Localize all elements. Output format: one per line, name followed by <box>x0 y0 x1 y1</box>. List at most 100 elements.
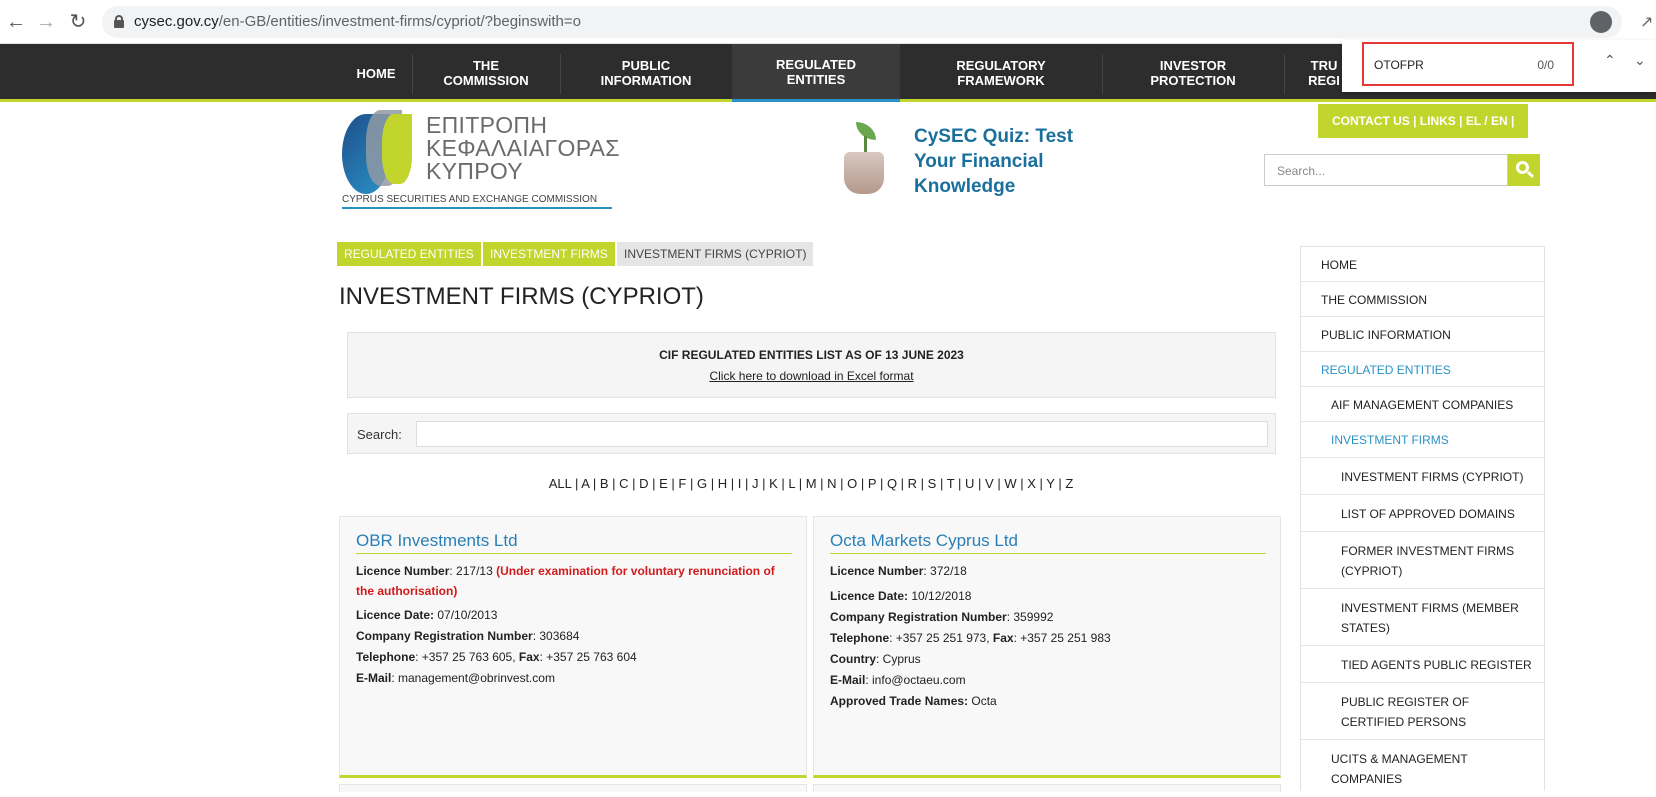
alphabet-separator: | <box>727 476 738 491</box>
nav-home[interactable]: HOME <box>340 44 412 102</box>
alphabet-letter-x[interactable]: X <box>1027 476 1036 491</box>
excel-download-link[interactable]: Click here to download in Excel format <box>348 369 1275 383</box>
search-input[interactable] <box>416 421 1268 447</box>
alphabet-separator: | <box>974 476 986 491</box>
alphabet-letter-z[interactable]: Z <box>1065 476 1073 491</box>
alphabet-letter-e[interactable]: E <box>659 476 668 491</box>
alphabet-letter-h[interactable]: H <box>718 476 727 491</box>
alphabet-separator: | <box>917 476 928 491</box>
firm-name-link[interactable]: Octa Markets Cyprus Ltd <box>830 531 1266 554</box>
alphabet-letter-k[interactable]: K <box>769 476 778 491</box>
alphabet-letter-c[interactable]: C <box>619 476 628 491</box>
alphabet-separator: | <box>1035 476 1047 491</box>
plant-jar-icon[interactable] <box>842 122 886 196</box>
sidebar-item-investment-firms[interactable]: INVESTMENT FIRMS <box>1301 422 1544 458</box>
sidebar-item-ucits[interactable]: UCITS & MANAGEMENT COMPANIES <box>1301 740 1544 797</box>
url-text: cysec.gov.cy/en-GB/entities/investment-f… <box>134 13 581 30</box>
alphabet-separator: | <box>1054 476 1066 491</box>
alphabet-letter-b[interactable]: B <box>600 476 609 491</box>
alphabet-separator: | <box>993 476 1005 491</box>
contact-links-bar[interactable]: CONTACT US | LINKS | EL / EN | <box>1318 104 1529 138</box>
alphabet-letter-d[interactable]: D <box>639 476 648 491</box>
header-search-input[interactable]: Search... <box>1264 154 1508 186</box>
company-registration: Company Registration Number: 303684 <box>356 629 580 643</box>
nav-investor-protection[interactable]: INVESTOR PROTECTION <box>1102 44 1284 102</box>
sidebar-item-investment-firms-cypriot[interactable]: INVESTMENT FIRMS (CYPRIOT) <box>1301 458 1544 495</box>
alphabet-separator: | <box>628 476 640 491</box>
alphabet-letter-q[interactable]: Q <box>887 476 897 491</box>
company-registration: Company Registration Number: 359992 <box>830 610 1054 624</box>
sidebar-item-approved-domains[interactable]: LIST OF APPROVED DOMAINS <box>1301 495 1544 532</box>
breadcrumb-current: INVESTMENT FIRMS (CYPRIOT) <box>617 242 814 266</box>
search-label: Search: <box>357 427 402 442</box>
alphabet-letter-m[interactable]: M <box>806 476 817 491</box>
telephone: Telephone: +357 25 251 973, Fax: +357 25… <box>830 631 1111 645</box>
sidebar-item-former-investment-firms[interactable]: FORMER INVESTMENT FIRMS (CYPRIOT) <box>1301 532 1544 589</box>
alphabet-letter-g[interactable]: G <box>697 476 707 491</box>
alphabet-separator: | <box>816 476 828 491</box>
sidebar-item-regulated-entities[interactable]: REGULATED ENTITIES <box>1301 352 1544 387</box>
alphabet-letter-n[interactable]: N <box>827 476 836 491</box>
telephone: Telephone: +357 25 763 605, Fax: +357 25… <box>356 650 637 664</box>
sidebar-item-the-commission[interactable]: THE COMMISSION <box>1301 282 1544 317</box>
alphabet-separator: | <box>707 476 718 491</box>
alphabet-letter-all[interactable]: ALL <box>549 476 572 491</box>
licence-date: Licence Date: 10/12/2018 <box>830 589 972 603</box>
firm-card: OBR Investments Ltd Licence Number: 217/… <box>339 516 807 778</box>
search-button[interactable] <box>1508 154 1540 186</box>
alphabet-separator: | <box>686 476 697 491</box>
share-icon[interactable]: ↗ <box>1640 12 1653 32</box>
reload-icon[interactable]: ↻ <box>66 10 90 34</box>
page-title: INVESTMENT FIRMS (CYPRIOT) <box>339 283 704 310</box>
cif-list-box: CIF REGULATED ENTITIES LIST AS OF 13 JUN… <box>347 332 1276 398</box>
breadcrumb-investment-firms[interactable]: INVESTMENT FIRMS <box>483 242 615 266</box>
forward-icon[interactable]: → <box>34 10 58 34</box>
alphabet-letter-y[interactable]: Y <box>1046 476 1054 491</box>
sidebar-item-tied-agents[interactable]: TIED AGENTS PUBLIC REGISTER <box>1301 646 1544 683</box>
alphabet-filter: ALL | A | B | C | D | E | F | G | H | I … <box>346 476 1276 491</box>
cysec-logo[interactable]: ΕΠΙΤΡΟΠΗ ΚΕΦΑΛΑΙΑΓΟΡΑΣ ΚΥΠΡΟΥ CYPRUS SEC… <box>342 110 619 210</box>
browser-toolbar: ← → ↻ cysec.gov.cy/en-GB/entities/invest… <box>0 0 1656 44</box>
sidebar-item-member-states[interactable]: INVESTMENT FIRMS (MEMBER STATES) <box>1301 589 1544 646</box>
chevron-up-icon[interactable]: ⌃ <box>1604 52 1616 69</box>
nav-the-commission[interactable]: THE COMMISSION <box>412 44 560 102</box>
lens-icon[interactable] <box>1590 11 1612 33</box>
alphabet-letter-o[interactable]: O <box>847 476 857 491</box>
email: E-Mail: management@obrinvest.com <box>356 671 555 685</box>
alphabet-letter-w[interactable]: W <box>1004 476 1016 491</box>
back-icon[interactable]: ← <box>4 10 28 34</box>
breadcrumb-regulated-entities[interactable]: REGULATED ENTITIES <box>337 242 481 266</box>
country: Country: Cyprus <box>830 652 921 666</box>
alphabet-separator: | <box>897 476 908 491</box>
sidebar-item-aif-management[interactable]: AIF MANAGEMENT COMPANIES <box>1301 387 1544 422</box>
alphabet-letter-v[interactable]: V <box>985 476 994 491</box>
quiz-link[interactable]: CySEC Quiz: Test Your Financial Knowledg… <box>914 124 1114 199</box>
search-panel: Search: <box>347 413 1276 454</box>
alphabet-separator: | <box>876 476 887 491</box>
firm-name-link[interactable]: OBR Investments Ltd <box>356 531 792 554</box>
nav-regulated-entities[interactable]: REGULATED ENTITIES <box>732 44 900 102</box>
sidebar-item-public-information[interactable]: PUBLIC INFORMATION <box>1301 317 1544 352</box>
sidebar-menu: HOME THE COMMISSION PUBLIC INFORMATION R… <box>1300 246 1545 791</box>
nav-public-information[interactable]: PUBLIC INFORMATION <box>560 44 732 102</box>
nav-regulatory-framework[interactable]: REGULATORY FRAMEWORK <box>900 44 1102 102</box>
chevron-down-icon[interactable]: ⌄ <box>1634 52 1646 69</box>
trade-names: Approved Trade Names: Octa <box>830 694 997 708</box>
alphabet-separator: | <box>836 476 848 491</box>
find-bar: OTOFPR 0/0 ⌃ ⌄ <box>1342 40 1656 92</box>
firm-card: Octa Markets Cyprus Ltd Licence Number: … <box>813 516 1281 778</box>
alphabet-separator: | <box>936 476 947 491</box>
address-bar[interactable]: cysec.gov.cy/en-GB/entities/investment-f… <box>102 6 1622 38</box>
sidebar-item-home[interactable]: HOME <box>1301 247 1544 282</box>
find-input[interactable]: OTOFPR 0/0 <box>1362 42 1574 86</box>
alphabet-separator: | <box>758 476 770 491</box>
alphabet-separator: | <box>857 476 868 491</box>
alphabet-separator: | <box>741 476 752 491</box>
sidebar-item-certified-persons[interactable]: PUBLIC REGISTER OF CERTIFIED PERSONS <box>1301 683 1544 740</box>
cif-list-title: CIF REGULATED ENTITIES LIST AS OF 13 JUN… <box>659 348 964 362</box>
alphabet-separator: | <box>648 476 660 491</box>
alphabet-separator: | <box>954 476 966 491</box>
licence-number: Licence Number: 217/13 (Under examinatio… <box>356 564 775 598</box>
alphabet-separator: | <box>795 476 806 491</box>
alphabet-letter-r[interactable]: R <box>908 476 917 491</box>
